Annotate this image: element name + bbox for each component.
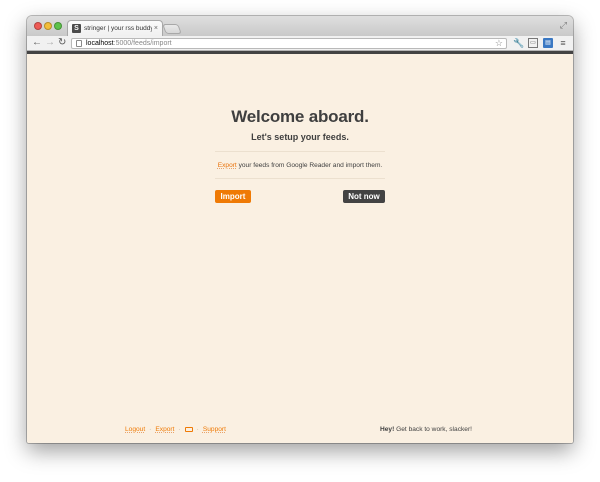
minimize-window-icon[interactable] (44, 22, 52, 30)
keyboard-shortcuts-icon[interactable] (184, 427, 193, 432)
reload-icon[interactable]: ↻ (58, 37, 66, 49)
tab-title: stringer | your rss buddy (84, 25, 152, 32)
star-icon[interactable]: ☆ (495, 38, 503, 49)
favicon-icon: S (72, 24, 81, 33)
export-link[interactable]: Export (218, 162, 237, 169)
divider (215, 151, 385, 152)
separator: · (178, 426, 181, 433)
url-path: :5000/feeds/import (113, 40, 172, 47)
footer-links: Logout · Export · · Support (125, 426, 226, 433)
tab-close-icon[interactable]: × (154, 25, 158, 32)
support-link[interactable]: Support (203, 426, 226, 433)
import-button[interactable]: Import (215, 190, 251, 203)
title-bar: S stringer | your rss buddy × ⤢ (27, 16, 573, 36)
back-arrow-icon[interactable]: ← (32, 37, 42, 49)
browser-window: S stringer | your rss buddy × ⤢ ← → ↻ lo… (27, 16, 573, 443)
page-subtitle: Let's setup your feeds. (251, 132, 349, 142)
footer-message: Hey! Get back to work, slacker! (380, 426, 472, 433)
footer-export-link[interactable]: Export (155, 426, 174, 433)
divider (215, 178, 385, 179)
page-content: Welcome aboard. Let's setup your feeds. … (27, 54, 573, 443)
footer-message-bold: Hey! (380, 426, 395, 433)
page-title: Welcome aboard. (231, 107, 369, 126)
address-bar[interactable]: localhost:5000/feeds/import ☆ (71, 38, 507, 49)
menu-icon[interactable]: ≡ (558, 38, 568, 48)
separator: · (149, 426, 152, 433)
extension-icon[interactable]: ▭ (528, 38, 538, 48)
new-tab-button[interactable] (162, 24, 182, 34)
import-instruction: Export your feeds from Google Reader and… (27, 162, 573, 169)
url-text[interactable]: localhost:5000/feeds/import (86, 40, 172, 47)
bookmark-extension-icon[interactable]: ▤ (543, 38, 553, 48)
forward-arrow-icon[interactable]: → (45, 37, 55, 49)
footer-message-text: Get back to work, slacker! (394, 426, 472, 433)
logout-link[interactable]: Logout (125, 426, 145, 433)
fullscreen-icon[interactable]: ⤢ (560, 20, 567, 31)
not-now-button[interactable]: Not now (343, 190, 385, 203)
page-icon (76, 40, 82, 47)
browser-toolbar: ← → ↻ localhost:5000/feeds/import ☆ 🔧 ▭ … (27, 36, 573, 51)
separator: · (196, 426, 199, 433)
url-host: localhost (86, 40, 114, 47)
close-window-icon[interactable] (34, 22, 42, 30)
wrench-icon[interactable]: 🔧 (513, 38, 524, 48)
browser-tab[interactable]: S stringer | your rss buddy × (67, 20, 163, 36)
zoom-window-icon[interactable] (54, 22, 62, 30)
instruction-text: your feeds from Google Reader and import… (236, 162, 383, 169)
